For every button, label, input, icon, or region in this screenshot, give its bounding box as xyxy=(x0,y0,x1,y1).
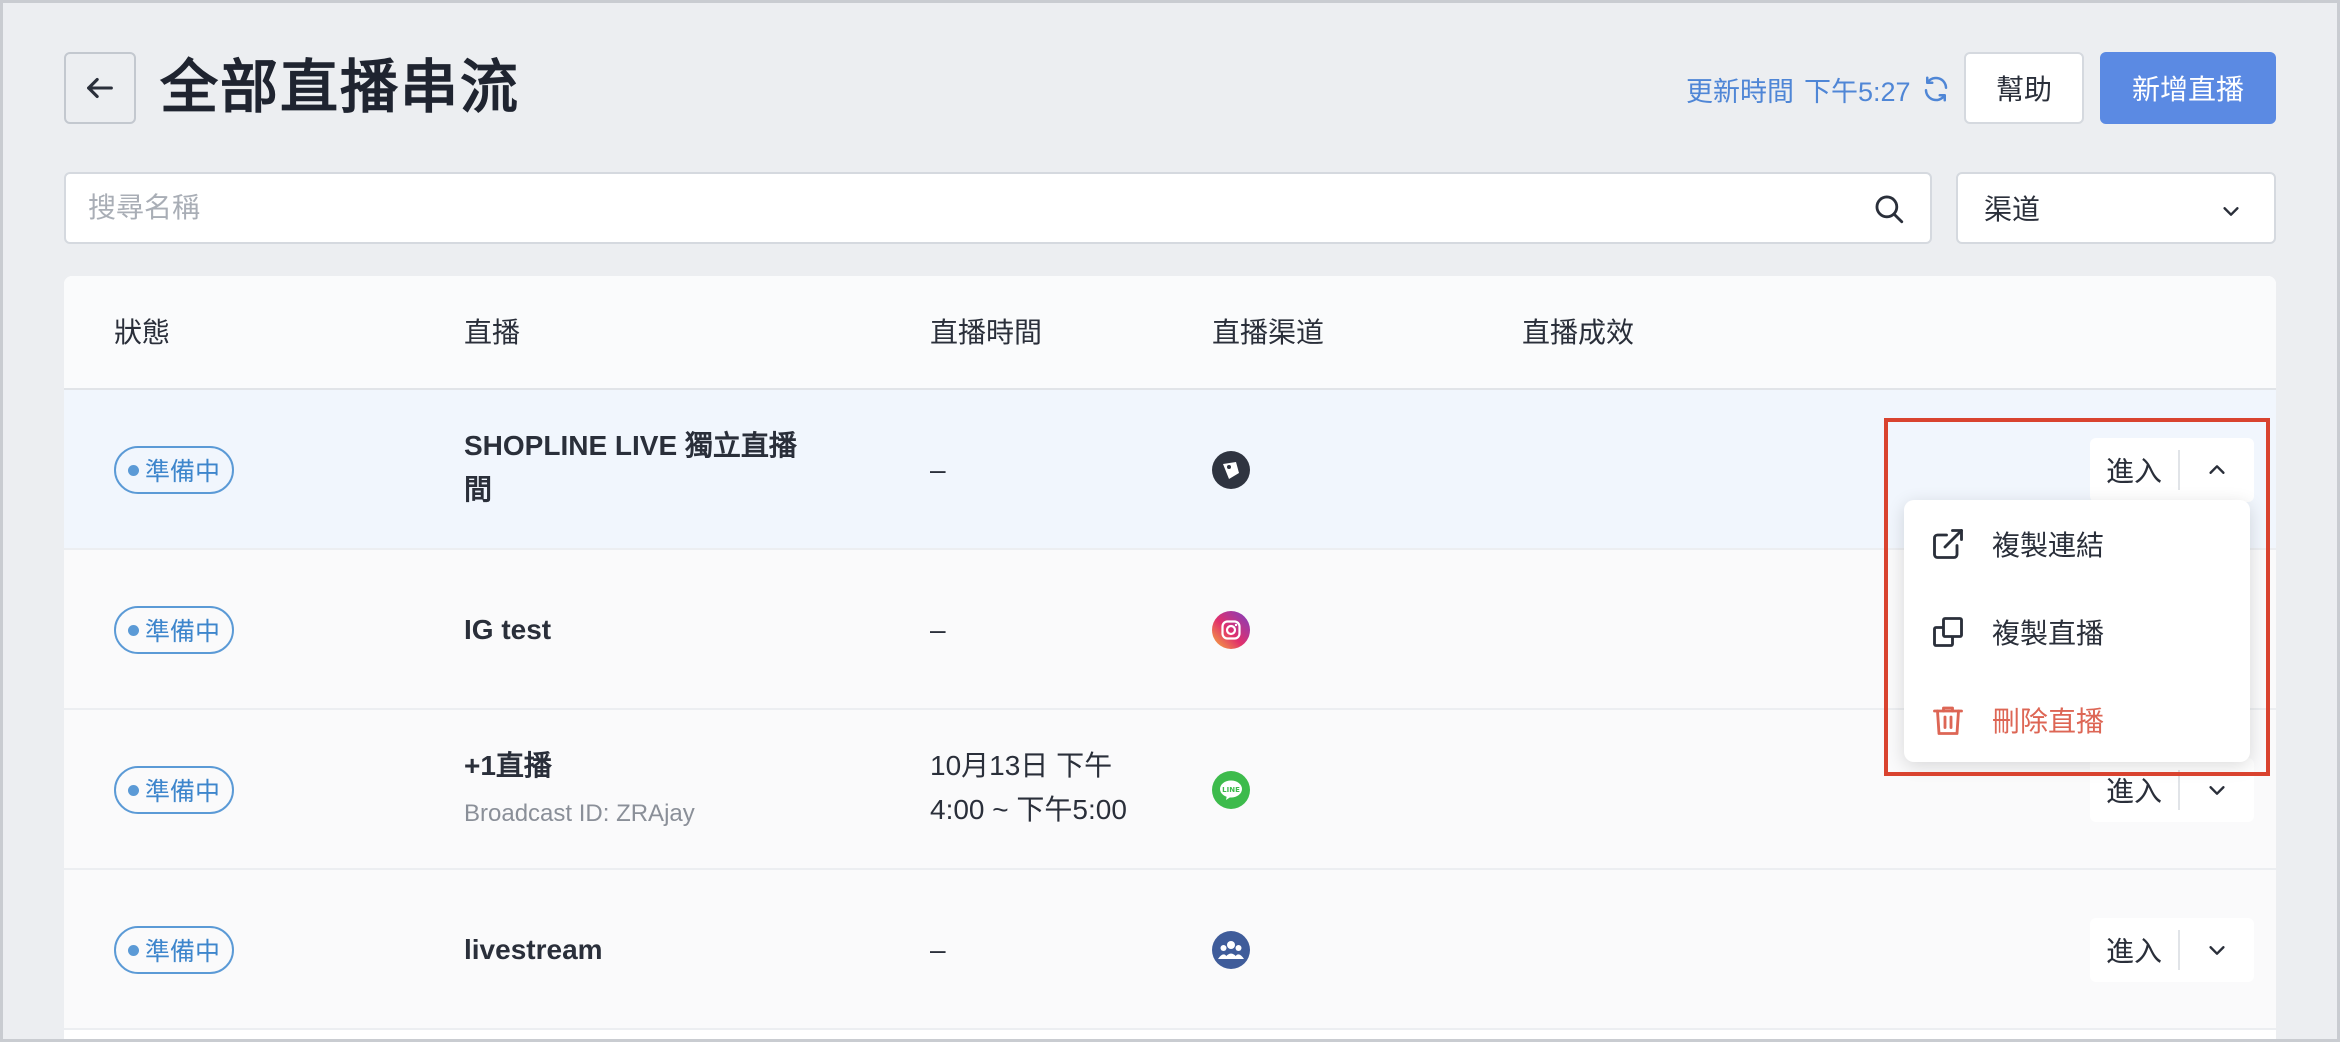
shopline-icon xyxy=(1212,451,1250,489)
channel-select[interactable]: 渠道 xyxy=(1956,172,2276,244)
live-time-range: 4:00 ~ 下午5:00 xyxy=(930,794,1127,825)
live-time: – xyxy=(930,614,946,645)
more-actions-toggle[interactable] xyxy=(2180,918,2254,982)
live-name[interactable]: IG test xyxy=(464,608,824,652)
line-icon: LINE xyxy=(1212,771,1250,809)
search-box xyxy=(64,172,1932,244)
chevron-down-icon xyxy=(2209,786,2225,795)
chevron-up-icon xyxy=(2209,465,2225,474)
row-actions: 進入 xyxy=(2090,438,2254,502)
more-actions-toggle[interactable] xyxy=(2180,438,2254,502)
status-badge: 準備中 xyxy=(114,766,234,814)
menu-item-label: 複製連結 xyxy=(1992,530,2105,561)
update-time-info: 更新時間 下午5:27 xyxy=(1686,68,1951,110)
column-performance: 直播成效 xyxy=(1522,317,1635,348)
add-live-button[interactable]: 新增直播 xyxy=(2100,52,2276,124)
row-actions: 進入 xyxy=(2090,758,2254,822)
live-time: 10月13日 下午 xyxy=(930,750,1113,781)
status-badge: 準備中 xyxy=(114,446,234,494)
column-time: 直播時間 xyxy=(930,317,1043,348)
update-time: 下午5:27 xyxy=(1804,76,1911,107)
enter-button[interactable]: 進入 xyxy=(2090,758,2178,822)
back-button[interactable] xyxy=(64,52,136,124)
status-badge: 準備中 xyxy=(114,606,234,654)
status-badge: 準備中 xyxy=(114,926,234,974)
search-icon[interactable] xyxy=(1872,192,1906,226)
svg-text:LINE: LINE xyxy=(1222,786,1240,794)
menu-item-label: 刪除直播 xyxy=(1992,706,2105,737)
live-name[interactable]: SHOPLINE LIVE 獨立直播間 xyxy=(464,424,824,512)
table-header: 狀態 直播 直播時間 直播渠道 直播成效 xyxy=(64,276,2276,390)
menu-item-delete-live[interactable]: 刪除直播 xyxy=(1904,676,2250,764)
chevron-down-icon xyxy=(2223,207,2239,216)
row-actions: 進入 xyxy=(2090,918,2254,982)
menu-item-copy-link[interactable]: 複製連結 xyxy=(1904,500,2250,588)
enter-button[interactable]: 進入 xyxy=(2090,438,2178,502)
enter-button[interactable]: 進入 xyxy=(2090,918,2178,982)
more-actions-toggle[interactable] xyxy=(2180,758,2254,822)
table-row[interactable]: 準備中 livestream – 進入 xyxy=(64,870,2276,1030)
column-status: 狀態 xyxy=(114,317,171,348)
chevron-down-icon xyxy=(2209,946,2225,955)
trash-icon xyxy=(1933,706,1963,735)
live-name[interactable]: livestream xyxy=(464,928,824,972)
page-title: 全部直播串流 xyxy=(160,55,521,120)
menu-item-duplicate-live[interactable]: 複製直播 xyxy=(1904,588,2250,676)
channel-select-label: 渠道 xyxy=(1984,194,2041,225)
update-label: 更新時間 xyxy=(1686,76,1794,107)
broadcast-id: Broadcast ID: ZRAjay xyxy=(464,800,695,827)
help-button[interactable]: 幫助 xyxy=(1964,52,2084,124)
live-time: – xyxy=(930,454,946,485)
column-channel: 直播渠道 xyxy=(1212,317,1325,348)
arrow-left-icon xyxy=(87,77,113,99)
group-icon xyxy=(1212,931,1250,969)
live-name[interactable]: +1直播 xyxy=(464,744,824,788)
external-link-icon xyxy=(1933,529,1963,559)
instagram-icon xyxy=(1212,611,1250,649)
copy-icon xyxy=(1933,617,1963,647)
refresh-icon[interactable] xyxy=(1921,74,1951,104)
actions-dropdown-menu: 複製連結 複製直播 刪除直播 xyxy=(1904,500,2250,762)
menu-item-label: 複製直播 xyxy=(1992,618,2105,649)
live-time: – xyxy=(930,934,946,965)
search-input[interactable] xyxy=(88,174,1848,242)
column-live: 直播 xyxy=(464,317,521,348)
